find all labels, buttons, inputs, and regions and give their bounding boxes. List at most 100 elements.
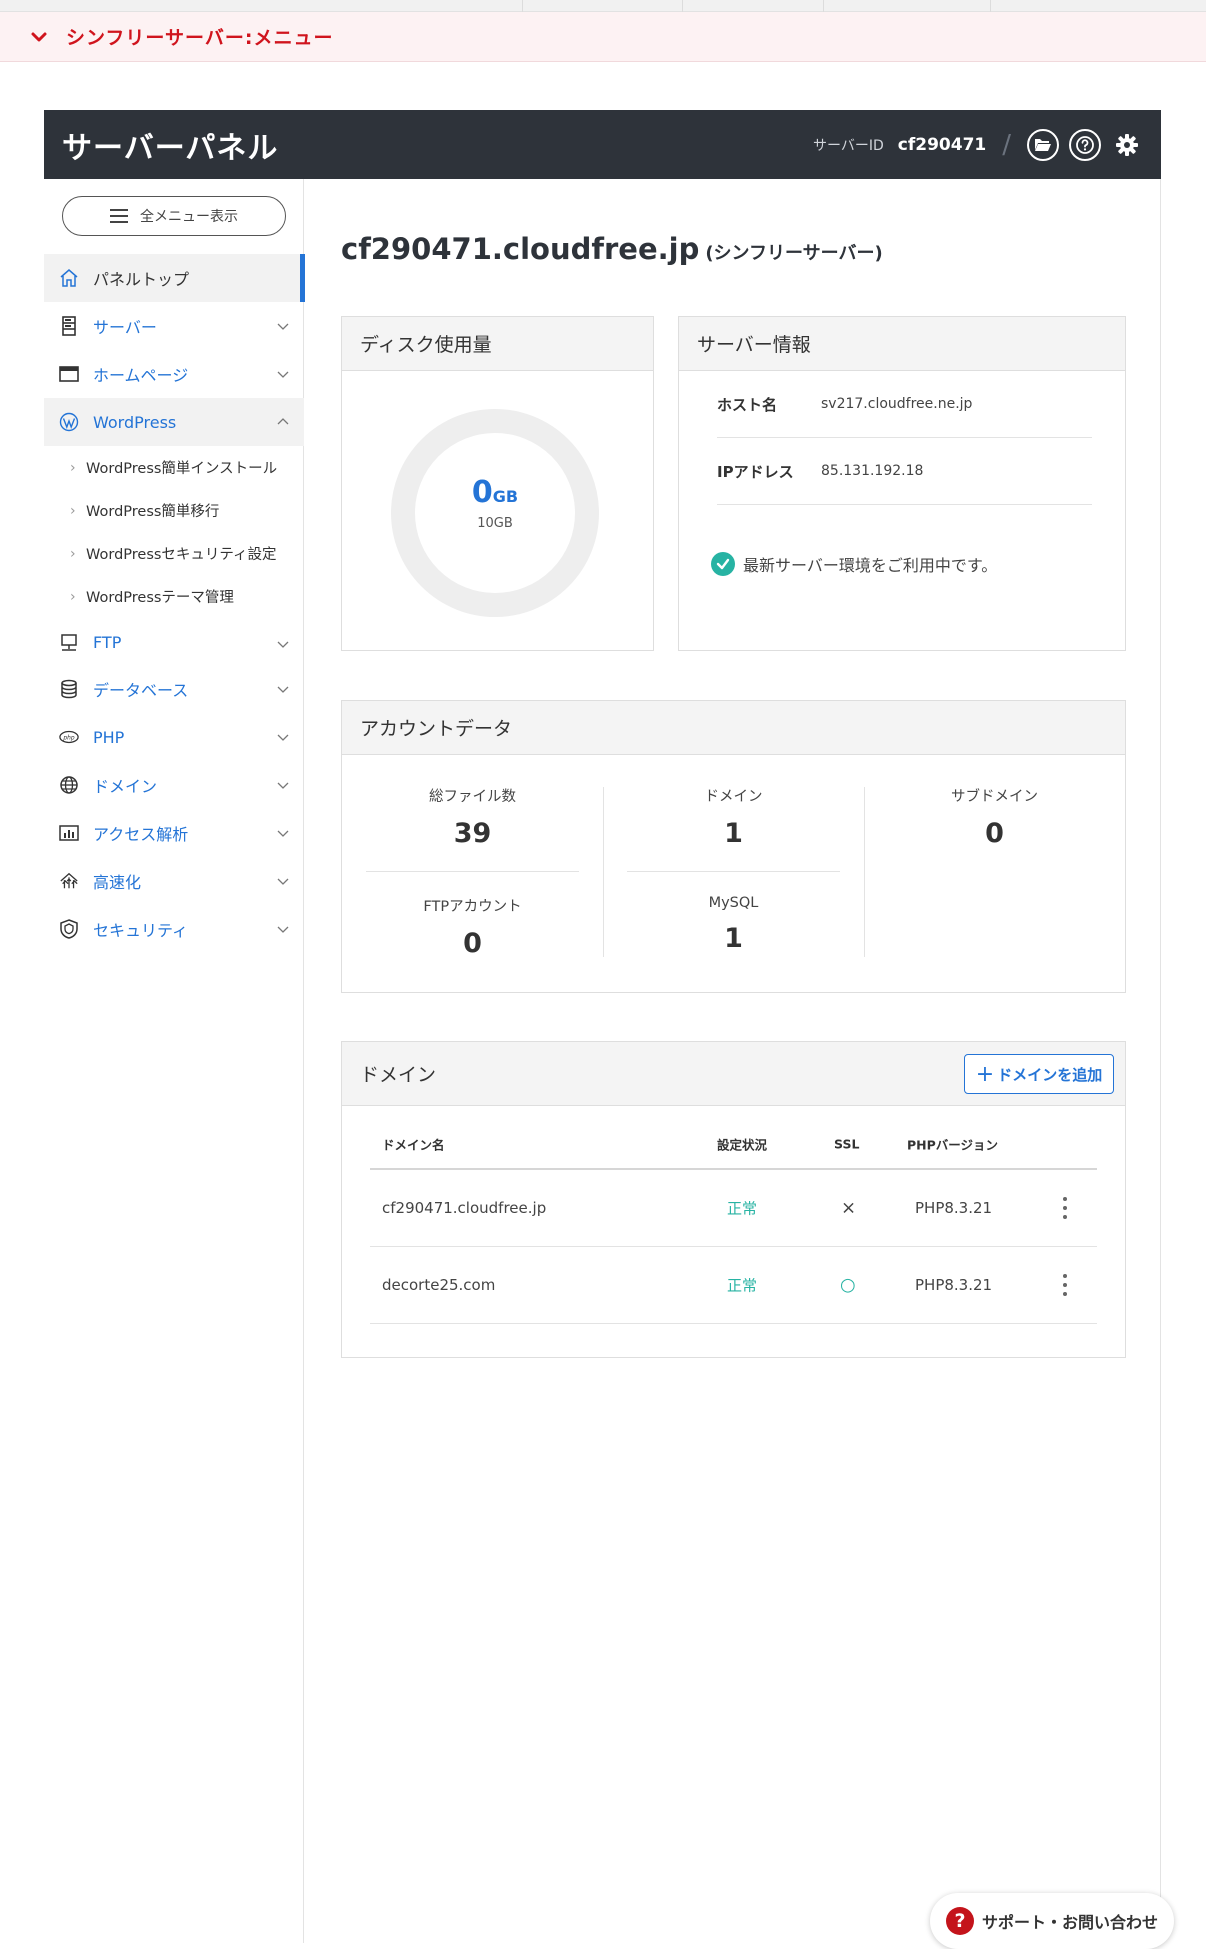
plus-icon: + — [975, 1061, 995, 1087]
submenu-wp-migrate[interactable]: WordPress簡単移行 — [70, 497, 304, 528]
chevron-down-icon — [277, 371, 289, 378]
window-icon — [59, 364, 79, 384]
site-menu-toggle[interactable]: シンフリーサーバー:メニュー — [0, 12, 1206, 62]
sidebar-item-label: セキュリティ — [93, 921, 189, 940]
col-php: PHPバージョン — [907, 1137, 999, 1153]
sidebar-item-panel-top[interactable]: パネルトップ — [44, 254, 305, 302]
sidebar-item-domain[interactable]: ドメイン — [44, 761, 304, 809]
wordpress-icon — [59, 412, 79, 432]
stat-value: 1 — [724, 923, 743, 954]
help-button[interactable] — [1069, 128, 1101, 161]
chevron-down-icon — [277, 734, 289, 741]
server-status: 最新サーバー環境をご利用中です。 — [711, 552, 997, 576]
sidebar-item-database[interactable]: データベース — [44, 665, 304, 713]
stat-label: サブドメイン — [951, 789, 1038, 805]
database-icon — [59, 679, 79, 699]
hamburger-icon — [110, 209, 128, 223]
top-strip — [0, 0, 1206, 12]
ip-value: 85.131.192.18 — [821, 463, 924, 479]
stat-label: FTPアカウント — [423, 899, 522, 915]
sidebar-item-label: 高速化 — [93, 873, 142, 892]
stat-value: 1 — [724, 818, 743, 849]
divider — [603, 787, 604, 957]
sidebar-item-label: ドメイン — [93, 777, 158, 796]
row-status: 正常 — [727, 1276, 758, 1295]
all-menu-button[interactable]: 全メニュー表示 — [62, 196, 286, 236]
sidebar: 全メニュー表示 パネルトップ サーバー ホームページ WordPress › W… — [44, 179, 305, 1943]
table-row: decorte25.com 正常 ○ PHP8.3.21 — [370, 1247, 1097, 1324]
domain-heading: cf290471.cloudfree.jp (シンフリーサーバー) — [341, 232, 883, 266]
sidebar-item-label: FTP — [93, 633, 122, 652]
disk-used-unit: GB — [492, 487, 519, 506]
server-id-label: サーバーID — [813, 137, 884, 154]
check-circle-icon — [711, 552, 735, 576]
disk-used-value: 0GB — [389, 475, 601, 510]
wordpress-submenu: WordPress簡単インストール WordPress簡単移行 WordPres… — [44, 446, 304, 620]
host-value: sv217.cloudfree.ne.jp — [821, 396, 973, 412]
disk-usage-donut: 0GB 10GB — [389, 407, 601, 619]
home-icon — [59, 268, 79, 288]
server-info-card: サーバー情報 ホスト名 sv217.cloudfree.ne.jp IPアドレス… — [678, 316, 1126, 651]
disk-total: 10GB — [477, 516, 513, 531]
donut-center: 0GB 10GB — [389, 475, 601, 531]
sidebar-item-speed[interactable]: 高速化 — [44, 857, 304, 905]
server-icon — [59, 316, 79, 336]
ssl-off-icon: × — [841, 1197, 857, 1219]
stat-ftp-accounts: FTPアカウント 0 — [366, 895, 579, 959]
help-icon — [1076, 135, 1094, 154]
sidebar-item-php[interactable]: php PHP — [44, 713, 304, 761]
php-icon: php — [59, 727, 79, 747]
account-data-title: アカウントデータ — [342, 701, 1125, 755]
more-actions-button[interactable] — [1063, 1274, 1067, 1296]
chevron-down-icon — [277, 323, 289, 330]
stat-domains: ドメイン 1 — [627, 785, 840, 849]
chevron-down-icon — [277, 878, 289, 885]
domain-plan: (シンフリーサーバー) — [705, 243, 883, 264]
stat-value: 0 — [985, 818, 1004, 849]
more-actions-button[interactable] — [1063, 1197, 1067, 1219]
host-label: ホスト名 — [717, 395, 778, 414]
stat-label: MySQL — [708, 895, 759, 911]
stat-value: 39 — [453, 818, 492, 849]
sidebar-item-security[interactable]: セキュリティ — [44, 905, 304, 953]
col-domain-name: ドメイン名 — [382, 1137, 445, 1153]
chevron-down-icon — [277, 641, 289, 648]
account-data-card: アカウントデータ 総ファイル数 39 ドメイン 1 サブドメイン 0 FTPアカ… — [341, 700, 1126, 993]
panel-header: サーバーパネル サーバーID cf290471 / — [44, 110, 1161, 179]
sidebar-item-access-analytics[interactable]: アクセス解析 — [44, 809, 304, 857]
server-info-title: サーバー情報 — [679, 317, 1125, 371]
chevron-down-icon — [277, 926, 289, 933]
col-status: 設定状況 — [717, 1137, 768, 1153]
stat-mysql: MySQL 1 — [627, 895, 840, 954]
divider — [864, 787, 865, 957]
ip-label: IPアドレス — [717, 462, 794, 481]
chevron-up-icon — [277, 418, 289, 425]
file-manager-button[interactable] — [1027, 128, 1059, 161]
domain-table: ドメイン名 設定状況 SSL PHPバージョン cf290471.cloudfr… — [370, 1120, 1097, 1324]
stat-subdomains: サブドメイン 0 — [888, 785, 1101, 849]
sidebar-item-server[interactable]: サーバー — [44, 302, 304, 350]
stat-label: 総ファイル数 — [429, 789, 516, 805]
submenu-wp-theme[interactable]: WordPressテーマ管理 — [70, 583, 304, 614]
col-ssl: SSL — [834, 1136, 860, 1152]
row-domain-name: cf290471.cloudfree.jp — [382, 1199, 547, 1217]
settings-button[interactable] — [1111, 129, 1143, 161]
sidebar-item-wordpress[interactable]: WordPress — [44, 398, 304, 446]
ftp-icon — [59, 633, 79, 653]
sidebar-item-homepage[interactable]: ホームページ — [44, 350, 304, 398]
row-domain-name: decorte25.com — [382, 1276, 496, 1294]
submenu-wp-security[interactable]: WordPressセキュリティ設定 — [70, 540, 304, 571]
sidebar-item-label: WordPress — [93, 412, 177, 432]
gear-icon — [1116, 133, 1138, 156]
sidebar-nav: パネルトップ サーバー ホームページ WordPress Wo — [44, 254, 305, 953]
submenu-wp-install[interactable]: WordPress簡単インストール — [70, 454, 304, 485]
add-domain-button[interactable]: + ドメインを追加 — [964, 1054, 1114, 1094]
server-status-text: 最新サーバー環境をご利用中です。 — [743, 556, 998, 575]
sidebar-item-ftp[interactable]: FTP — [44, 620, 304, 665]
question-icon: ? — [946, 1907, 974, 1935]
domain-name: cf290471.cloudfree.jp — [341, 232, 700, 266]
disk-usage-title: ディスク使用量 — [342, 317, 653, 371]
support-contact-button[interactable]: ? サポート・お問い合わせ — [930, 1893, 1174, 1949]
add-domain-label: ドメインを追加 — [997, 1065, 1103, 1084]
shield-icon — [59, 919, 79, 939]
